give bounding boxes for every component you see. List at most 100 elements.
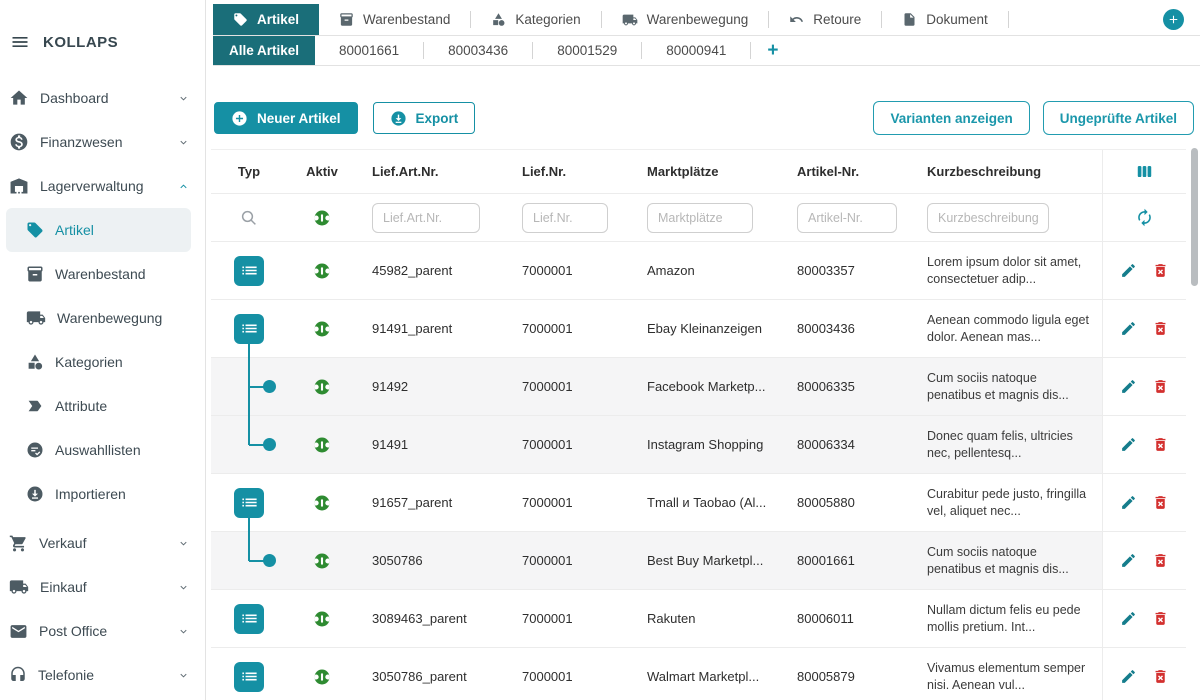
new-article-button[interactable]: Neuer Artikel — [214, 102, 358, 134]
sidebar-item-dashboard[interactable]: Dashboard — [0, 76, 205, 120]
add-subtab-button[interactable]: + — [751, 36, 794, 65]
vertical-scrollbar-thumb[interactable] — [1191, 148, 1198, 286]
article-type-button[interactable] — [234, 662, 264, 692]
sidebar-item-kategorien[interactable]: Kategorien — [0, 340, 205, 384]
tab-artikel[interactable]: Artikel — [213, 4, 319, 35]
header-aktiv[interactable]: Aktiv — [287, 150, 357, 193]
edit-icon[interactable] — [1120, 262, 1137, 279]
refresh-icon[interactable] — [1135, 208, 1154, 227]
sidebar-item-warenbewegung[interactable]: Warenbewegung — [0, 296, 205, 340]
article-type-button[interactable] — [234, 314, 264, 344]
table-row-child[interactable]: 3050786 7000001 Best Buy Marketpl... 800… — [211, 532, 1186, 590]
sidebar-item-finanzwesen[interactable]: Finanzwesen — [0, 120, 205, 164]
column-settings-icon[interactable] — [1135, 162, 1154, 181]
article-type-button[interactable] — [234, 604, 264, 634]
delete-icon[interactable] — [1152, 378, 1169, 395]
sidebar-item-auswahllisten[interactable]: Auswahllisten — [0, 428, 205, 472]
search-icon[interactable] — [240, 209, 258, 227]
table-row-child[interactable]: 91492 7000001 Facebook Marketp... 800063… — [211, 358, 1186, 416]
table-row[interactable]: 3089463_parent 7000001 Rakuten 80006011 … — [211, 590, 1186, 648]
edit-icon[interactable] — [1120, 436, 1137, 453]
active-status-icon[interactable] — [313, 436, 331, 454]
active-status-icon[interactable] — [313, 552, 331, 570]
sidebar-item-artikel[interactable]: Artikel — [6, 208, 191, 252]
sidebar-item-verkauf[interactable]: Verkauf — [0, 521, 205, 565]
table-row[interactable]: 3050786_parent 7000001 Walmart Marketpl.… — [211, 648, 1186, 700]
active-status-icon[interactable] — [313, 378, 331, 396]
active-status-icon[interactable] — [313, 610, 331, 628]
sidebar-item-warenbestand[interactable]: Warenbestand — [0, 252, 205, 296]
subtab-article[interactable]: 80003436 — [424, 36, 532, 65]
sidebar-item-label: Verkauf — [39, 535, 167, 551]
sidebar-item-post-office[interactable]: Post Office — [0, 609, 205, 653]
subtab-article[interactable]: 80000941 — [642, 36, 750, 65]
active-status-icon[interactable] — [313, 320, 331, 338]
sidebar-item-importieren[interactable]: Importieren — [0, 472, 205, 516]
add-tab-button[interactable] — [1163, 9, 1184, 30]
cell-artikel-nr: 80003436 — [782, 321, 912, 336]
unchecked-articles-button[interactable]: Ungeprüfte Artikel — [1043, 101, 1194, 135]
cell-marktplaetze: Best Buy Marketpl... — [632, 553, 782, 568]
delete-icon[interactable] — [1152, 262, 1169, 279]
delete-icon[interactable] — [1152, 552, 1169, 569]
table-row[interactable]: 91491_parent 7000001 Ebay Kleinanzeigen … — [211, 300, 1186, 358]
filter-kurzbeschreibung-input[interactable] — [927, 203, 1049, 233]
sidebar-item-einkauf[interactable]: Einkauf — [0, 565, 205, 609]
tab-retoure[interactable]: Retoure — [769, 4, 881, 35]
plus-circle-icon — [231, 110, 248, 127]
tab-kategorien[interactable]: Kategorien — [471, 4, 600, 35]
active-status-icon[interactable] — [313, 262, 331, 280]
header-artikel-nr[interactable]: Artikel-Nr. — [782, 164, 912, 179]
table-row-child[interactable]: 91491 7000001 Instagram Shopping 8000633… — [211, 416, 1186, 474]
tab-label: Warenbestand — [363, 12, 450, 27]
header-lief-art-nr[interactable]: Lief.Art.Nr. — [357, 164, 507, 179]
edit-icon[interactable] — [1120, 378, 1137, 395]
cell-artikel-nr: 80006011 — [782, 611, 912, 626]
sidebar-item-lagerverwaltung[interactable]: Lagerverwaltung — [0, 164, 205, 208]
export-button[interactable]: Export — [373, 102, 476, 134]
table-filter-row — [211, 194, 1186, 242]
filter-lief-art-nr-input[interactable] — [372, 203, 480, 233]
cell-kurzbeschreibung: Lorem ipsum dolor sit amet, consectetuer… — [912, 254, 1102, 288]
article-type-button[interactable] — [234, 488, 264, 518]
article-type-button[interactable] — [234, 256, 264, 286]
edit-icon[interactable] — [1120, 552, 1137, 569]
header-typ[interactable]: Typ — [211, 150, 287, 193]
filter-marktplaetze-input[interactable] — [647, 203, 753, 233]
tree-connector — [249, 560, 264, 562]
table-row[interactable]: 45982_parent 7000001 Amazon 80003357 Lor… — [211, 242, 1186, 300]
delete-icon[interactable] — [1152, 436, 1169, 453]
tree-connector — [248, 517, 250, 533]
table-row[interactable]: 91657_parent 7000001 Tmall и Taobao (Al.… — [211, 474, 1186, 532]
tab-warenbewegung[interactable]: Warenbewegung — [602, 4, 769, 35]
active-status-icon[interactable] — [313, 668, 331, 686]
edit-icon[interactable] — [1120, 668, 1137, 685]
filter-lief-nr-input[interactable] — [522, 203, 608, 233]
active-filter-toggle-icon[interactable] — [313, 209, 331, 227]
delete-icon[interactable] — [1152, 320, 1169, 337]
delete-icon[interactable] — [1152, 668, 1169, 685]
sidebar-item-label: Einkauf — [40, 579, 167, 595]
tab-dokument[interactable]: Dokument — [882, 4, 1008, 35]
cell-marktplaetze: Tmall и Taobao (Al... — [632, 495, 782, 510]
header-lief-nr[interactable]: Lief.Nr. — [507, 164, 632, 179]
tree-node-dot — [263, 554, 276, 567]
delete-icon[interactable] — [1152, 610, 1169, 627]
filter-artikel-nr-input[interactable] — [797, 203, 897, 233]
edit-icon[interactable] — [1120, 320, 1137, 337]
tab-warenbestand[interactable]: Warenbestand — [319, 4, 470, 35]
sidebar-item-attribute[interactable]: Attribute — [0, 384, 205, 428]
hamburger-menu-icon[interactable] — [10, 32, 30, 52]
subtab-article[interactable]: 80001661 — [315, 36, 423, 65]
active-status-icon[interactable] — [313, 494, 331, 512]
sidebar-item-telefonie[interactable]: Telefonie — [0, 653, 205, 697]
header-kurzbeschreibung[interactable]: Kurzbeschreibung — [912, 164, 1102, 179]
sidebar-item-label: Importieren — [55, 486, 189, 502]
subtab-article[interactable]: 80001529 — [533, 36, 641, 65]
delete-icon[interactable] — [1152, 494, 1169, 511]
header-marktplaetze[interactable]: Marktplätze — [632, 164, 782, 179]
edit-icon[interactable] — [1120, 494, 1137, 511]
show-variants-button[interactable]: Varianten anzeigen — [873, 101, 1029, 135]
subtab-alle-artikel[interactable]: Alle Artikel — [213, 36, 315, 65]
edit-icon[interactable] — [1120, 610, 1137, 627]
